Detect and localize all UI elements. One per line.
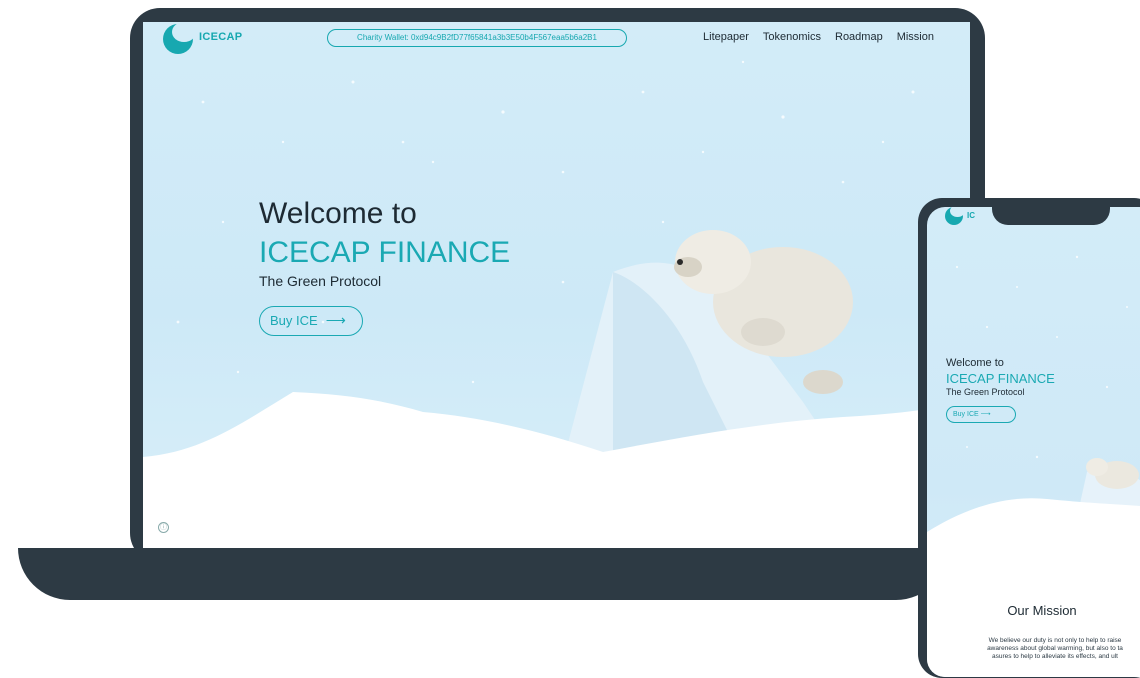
phone-screen: IC Welcome to ICECAP FINANCE The Green P…: [927, 207, 1140, 677]
phone-hero-brand: ICECAP FINANCE: [946, 371, 1055, 386]
buy-ice-label: Buy ICE: [270, 313, 318, 328]
hero-subtitle: The Green Protocol: [259, 273, 382, 289]
info-icon[interactable]: ⓘ: [158, 522, 169, 533]
mission-text-line: asures to help to alleviate its effects,…: [992, 653, 1118, 660]
nav-item-mission[interactable]: Mission: [897, 31, 934, 43]
top-nav: ICECAP Charity Wallet: 0xd94c9B2fD77f658…: [143, 22, 970, 56]
nav-item-litepaper[interactable]: Litepaper: [703, 31, 749, 43]
phone-hero-welcome: Welcome to: [946, 357, 1004, 369]
buy-ice-button[interactable]: Buy ICE ⟶: [259, 306, 363, 336]
arrow-right-icon: ⟶: [325, 312, 346, 328]
logo-text[interactable]: ICECAP: [199, 31, 242, 43]
laptop-base: [18, 548, 948, 600]
phone-buy-ice-button[interactable]: Buy ICE ⟶: [946, 406, 1016, 423]
phone-polar-bear-logo-icon[interactable]: [945, 207, 965, 225]
mission-text-line: awareness about global warming, but also…: [987, 645, 1123, 652]
phone-hero-subtitle: The Green Protocol: [946, 387, 1025, 397]
nav-item-tokenomics[interactable]: Tokenomics: [763, 31, 821, 43]
phone-arrow-right-icon: ⟶: [980, 411, 991, 418]
nav-item-roadmap[interactable]: Roadmap: [835, 31, 883, 43]
polar-bear-logo-icon[interactable]: [163, 22, 196, 54]
hero-brand: ICECAP FINANCE: [259, 236, 511, 269]
nav-links: Litepaper Tokenomics Roadmap Mission: [703, 31, 934, 43]
laptop-screen: ICECAP Charity Wallet: 0xd94c9B2fD77f658…: [143, 22, 970, 548]
mission-text-line: We believe our duty is not only to help …: [988, 637, 1122, 644]
phone-notch: [992, 207, 1110, 225]
mission-title: Our Mission: [1007, 603, 1077, 618]
phone-logo-text[interactable]: IC: [967, 211, 975, 220]
charity-wallet-badge[interactable]: Charity Wallet: 0xd94c9B2fD77f65841a3b3E…: [327, 29, 627, 47]
phone-buy-ice-label: Buy ICE: [953, 411, 979, 418]
hero-welcome: Welcome to: [259, 197, 417, 230]
mission-text: We believe our duty is not only to help …: [935, 637, 1140, 661]
